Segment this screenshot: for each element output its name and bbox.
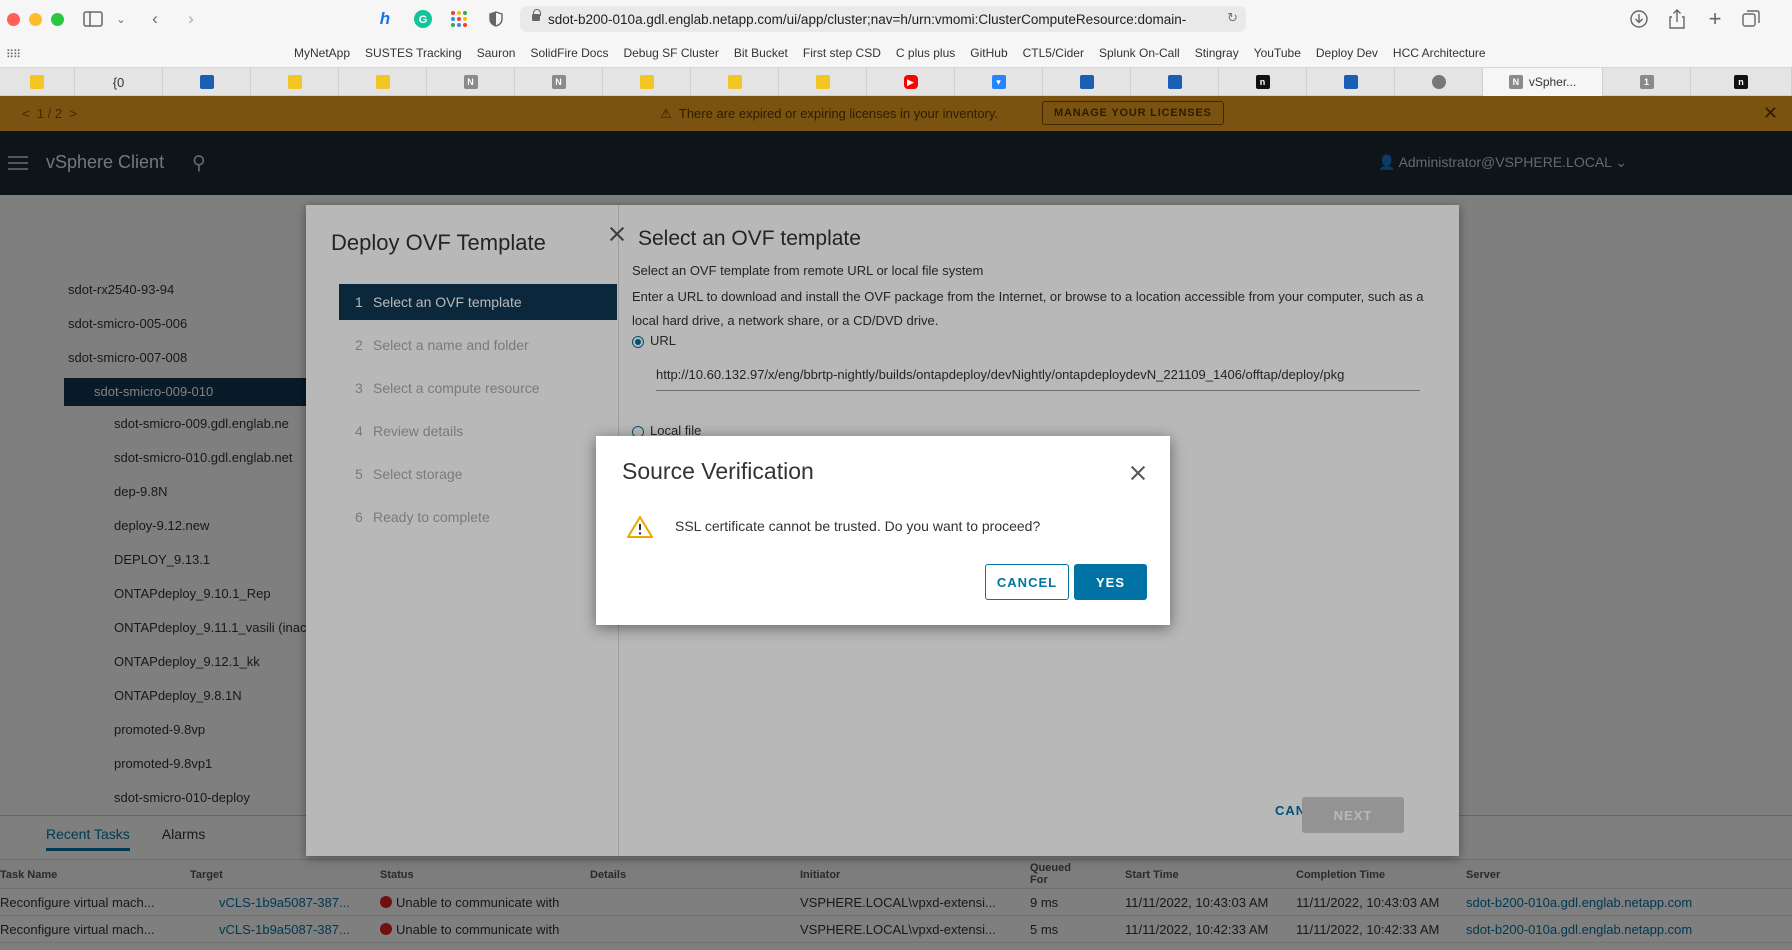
tab-overview-icon[interactable] (1740, 8, 1762, 30)
blue-square-icon (1079, 75, 1094, 89)
bookmark-item[interactable]: CTL5/Cider (1023, 46, 1084, 60)
minimize-window-button[interactable] (29, 13, 42, 26)
browser-tab[interactable] (163, 68, 251, 96)
browser-tab[interactable]: N (427, 68, 515, 96)
downloads-icon[interactable] (1628, 8, 1650, 30)
new-tab-icon[interactable]: + (1704, 6, 1726, 31)
browser-tab[interactable]: ▶ (867, 68, 955, 96)
browser-tab[interactable]: ▾ (955, 68, 1043, 96)
blue-square-icon (1343, 75, 1358, 89)
back-icon[interactable]: ‹ (146, 8, 164, 30)
bookmark-item[interactable]: MyNetApp (294, 46, 350, 60)
n-icon: N (551, 75, 566, 89)
tab-label: {0 (112, 74, 125, 90)
browser-toolbar: ⌄ ‹ › h G sdot-b200-010a.gdl.englab.neta… (0, 0, 1792, 40)
bookmark-item[interactable]: GitHub (970, 46, 1007, 60)
browser-tab[interactable]: n (1691, 68, 1792, 96)
blue-square-icon (199, 75, 214, 89)
forward-icon[interactable]: › (182, 8, 200, 30)
browser-tab[interactable]: n (1219, 68, 1307, 96)
dialog-message: SSL certificate cannot be trusted. Do yo… (675, 518, 1041, 534)
sidebar-icon[interactable] (82, 8, 104, 30)
sticky-note-icon (727, 75, 742, 89)
close-icon[interactable] (1127, 462, 1149, 484)
netapp-icon: n (1255, 75, 1270, 89)
reload-icon[interactable]: ↻ (1227, 10, 1238, 26)
tab-label: vSpher... (1528, 75, 1577, 89)
lock-icon (532, 9, 541, 23)
share-icon[interactable] (1666, 8, 1688, 30)
bookmark-item[interactable]: Bit Bucket (734, 46, 788, 60)
browser-tab[interactable] (1395, 68, 1483, 96)
bitbucket-icon: ▾ (991, 75, 1006, 89)
youtube-icon: ▶ (903, 75, 918, 89)
bookmarks-bar: ⠿⠿ MyNetApp SUSTES Tracking Sauron Solid… (0, 40, 1792, 67)
avatar-icon (1431, 75, 1446, 89)
browser-tab[interactable] (1131, 68, 1219, 96)
n-icon: N (1508, 75, 1523, 89)
netapp-icon: n (1734, 75, 1748, 89)
shield-icon[interactable] (486, 8, 506, 30)
bookmark-item[interactable]: C plus plus (896, 46, 955, 60)
hypothesis-extension-icon[interactable]: h (374, 8, 396, 30)
bookmark-item[interactable]: Debug SF Cluster (623, 46, 718, 60)
warning-icon (627, 516, 653, 538)
apps-grid-icon[interactable] (448, 8, 470, 30)
browser-tab[interactable]: {0 (75, 68, 163, 96)
browser-tab[interactable] (779, 68, 867, 96)
sticky-note-icon (815, 75, 830, 89)
svg-text:G: G (419, 14, 428, 26)
zoom-window-button[interactable] (51, 13, 64, 26)
browser-tab-active[interactable]: NvSpher... (1483, 68, 1603, 96)
bookmark-item[interactable]: First step CSD (803, 46, 881, 60)
browser-tab[interactable] (1307, 68, 1395, 96)
bookmark-item[interactable]: HCC Architecture (1393, 46, 1486, 60)
address-url: sdot-b200-010a.gdl.englab.netapp.com/ui/… (548, 11, 1187, 27)
browser-tab[interactable] (1043, 68, 1131, 96)
bookmark-item[interactable]: YouTube (1254, 46, 1301, 60)
tab-strip: {0 N N ▶ ▾ n NvSpher... 1 n (0, 67, 1792, 96)
blue-square-icon (1167, 75, 1182, 89)
browser-tab[interactable]: 1 (1603, 68, 1691, 96)
sticky-note-icon (287, 75, 302, 89)
browser-tab[interactable] (339, 68, 427, 96)
bookmark-item[interactable]: SUSTES Tracking (365, 46, 462, 60)
grammarly-extension-icon[interactable]: G (412, 8, 434, 30)
cancel-button[interactable]: CANCEL (985, 564, 1069, 600)
1-icon: 1 (1639, 75, 1654, 89)
bookmark-item[interactable]: Sauron (477, 46, 516, 60)
n-icon: N (463, 75, 478, 89)
bookmarks-grid-icon[interactable]: ⠿⠿ (6, 48, 21, 61)
sticky-note-icon (30, 75, 44, 89)
chevron-down-icon[interactable]: ⌄ (114, 8, 128, 30)
bookmark-item[interactable]: Deploy Dev (1316, 46, 1378, 60)
bookmark-item[interactable]: Splunk On-Call (1099, 46, 1180, 60)
close-window-button[interactable] (7, 13, 20, 26)
bookmark-item[interactable]: SolidFire Docs (530, 46, 608, 60)
source-verification-dialog: Source Verification SSL certificate cann… (596, 436, 1170, 625)
browser-tab[interactable] (603, 68, 691, 96)
browser-tab[interactable]: N (515, 68, 603, 96)
sticky-note-icon (375, 75, 390, 89)
browser-tab[interactable] (251, 68, 339, 96)
dialog-title: Source Verification (622, 458, 814, 484)
browser-tab[interactable] (691, 68, 779, 96)
yes-button[interactable]: YES (1074, 564, 1147, 600)
browser-tab[interactable] (0, 68, 75, 96)
bookmark-item[interactable]: Stingray (1195, 46, 1239, 60)
address-bar[interactable]: sdot-b200-010a.gdl.englab.netapp.com/ui/… (520, 6, 1246, 32)
sticky-note-icon (639, 75, 654, 89)
